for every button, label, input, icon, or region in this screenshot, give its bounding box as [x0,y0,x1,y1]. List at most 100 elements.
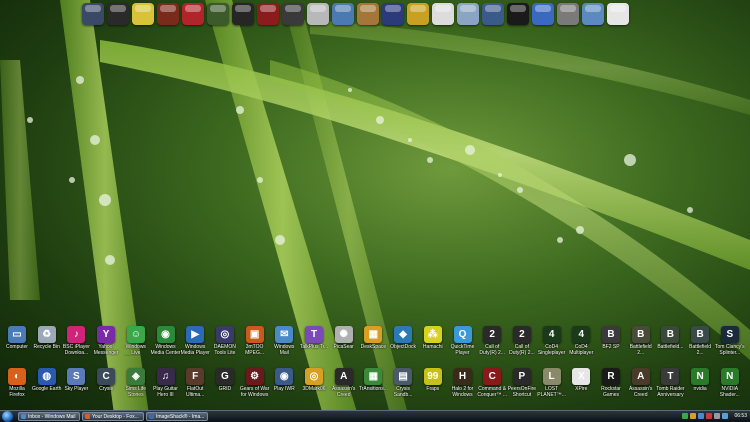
top-hat-icon[interactable] [107,3,129,25]
tray-icon[interactable] [698,413,704,419]
desktop-icon[interactable]: L LOST PLANET™... [537,368,567,403]
desktop-icon[interactable]: ◉ Play IWR [269,368,299,403]
desktop-icon[interactable]: A Assassin's Creed [329,368,359,403]
desktop-icon[interactable]: Y Yahoo! Messenger [91,326,121,361]
taskbar-clock[interactable]: 06:53 [734,411,747,421]
desktop-icon[interactable]: ⚙ Gears of War for Windows [240,368,270,403]
taskbar-window-button[interactable]: Your Desktop - Fox... [82,412,144,421]
desktop-icon[interactable]: ◍ Google Earth [32,368,62,403]
desktop-icon[interactable]: ♪ BSC iPlayer Downloa... [61,326,91,361]
desktop-icon[interactable]: B Battlefield... [655,326,685,361]
desktop-icon[interactable]: ▦ DeskSpace [358,326,388,361]
blue-orb-icon[interactable] [82,3,104,25]
desktop-icon[interactable]: ✉ Windows Mail [269,326,299,361]
desktop-icon-label: nvidia [693,386,707,392]
smiley-face-icon[interactable] [132,3,154,25]
black-hat-icon[interactable] [507,3,529,25]
tray-icon[interactable] [722,413,728,419]
desktop-icon[interactable]: ◎ 3DMark06 [299,368,329,403]
tray-icon[interactable] [690,413,696,419]
desktop-icon[interactable]: RRockstar Games Soc... [596,368,626,403]
gears-icon[interactable] [257,3,279,25]
desktop-icon[interactable]: 2 Call of Duty(R) 2... [507,326,537,361]
media-player-icon[interactable] [282,3,304,25]
app-icon: T [305,326,323,343]
desktop-icon[interactable]: P PeersOnFire Shortcut [507,368,537,403]
trash-icon[interactable] [557,3,579,25]
desktop-icon[interactable]: Q QuickTime Player [448,326,478,361]
desktop-icon[interactable]: ▦ TrAnsitions... [358,368,388,403]
desktop-icon[interactable]: ♻ Recycle Bin [32,326,62,361]
desktop-icon[interactable]: 2 Call of Duty(R) 2... [477,326,507,361]
tray-icon[interactable] [682,413,688,419]
desktop-icon[interactable]: C Crysis [91,368,121,403]
app-icon: ♫ [156,368,175,385]
desktop-icon-label: PeersOnFire Shortcut [507,386,537,398]
wizard-hat-icon[interactable] [382,3,404,25]
explorer-icon[interactable] [332,3,354,25]
documents-icon[interactable] [457,3,479,25]
settings-icon[interactable] [582,3,604,25]
desktop-icon-label: Rockstar Games Soc... [601,386,621,398]
calendar-icon[interactable] [532,3,554,25]
desktop-icon[interactable]: ▤ Crysis Sandb... [388,368,418,403]
network-icon[interactable] [482,3,504,25]
green-screen-icon[interactable] [207,3,229,25]
app-icon: A [631,368,650,385]
app-icon: ⚙ [245,368,264,385]
desktop-icon-label: Battlefield... [657,344,684,350]
desktop-icon[interactable]: S Sky Player [61,368,91,403]
paper-icon[interactable] [432,3,454,25]
game-warrior-icon[interactable] [157,3,179,25]
desktop-icon[interactable]: ◆ ObjectDock [388,326,418,361]
desktop-icon[interactable]: ✺ PicaSear [329,326,359,361]
app-icon: ◉ [275,368,294,385]
taskbar-window-button[interactable]: Inbox - Windows Mail [18,412,80,421]
dark-game-icon[interactable] [232,3,254,25]
desktop-icon[interactable]: ◎ DAEMON Tools Lite [210,326,240,361]
app-icon: S [720,326,739,343]
person-icon[interactable] [357,3,379,25]
app-icon: Q [453,326,472,343]
desktop-icon[interactable]: ◐ Mozilla Firefox [2,368,32,403]
desktop-icon[interactable]: B BF2 SP [596,326,626,361]
desktop-icon[interactable]: A Assassin's Creed [626,368,656,403]
taskbar: Inbox - Windows Mail Your Desktop - Fox..… [0,410,750,422]
desktop-icon[interactable]: ◉ Windows Media Center [151,326,181,361]
silver-hat-icon[interactable] [307,3,329,25]
desktop-icon[interactable]: H Halo 2 for Windows [448,368,478,403]
app-icon: ♪ [67,326,86,343]
start-button[interactable] [2,411,13,422]
desktop-icon[interactable]: F FlatOut Ultima... [180,368,210,403]
red-box-icon[interactable] [182,3,204,25]
desktop-icon[interactable]: ♫ Play Guitar Hero III [151,368,181,403]
desktop-icon-label: Windows Mail [274,344,295,356]
clock-icon[interactable] [607,3,629,25]
desktop-icon[interactable]: ▭ Computer [2,326,32,361]
desktop-icon[interactable]: X XPire [566,368,596,403]
desktop-icon[interactable]: S Tom Clancy's Splinter... [715,326,745,361]
taskbar-window-button[interactable]: ImageShack® - Ima... [146,412,208,421]
desktop-icon[interactable]: ▶ Windows Media Player [180,326,210,361]
tray-icon[interactable] [714,413,720,419]
desktop-icon[interactable]: N NVIDIA Shader... [715,368,745,403]
desktop-icon[interactable]: 99 Fraps [418,368,448,403]
desktop-icon[interactable]: B Battlefield 2... [626,326,656,361]
desktop-icon[interactable]: B Battlefield 2... [685,326,715,361]
tray-icon[interactable] [706,413,712,419]
desktop-icon[interactable]: T TalkPlus Tr... [299,326,329,361]
desktop-icon[interactable]: Nnvidia [685,368,715,403]
app-icon: C [483,368,502,385]
desktop-icon[interactable]: 4 CoD4 Multiplayer [566,326,596,361]
desktop-icon-label: Recycle Bin [33,344,60,350]
desktop-icon[interactable]: G GRID [210,368,240,403]
window-icon [149,414,154,419]
desktop-icon[interactable]: ☺Windows Live Messen... [121,326,151,361]
desktop-icon[interactable]: T Tomb Raider Anniversary [655,368,685,403]
gold-ball-icon[interactable] [407,3,429,25]
desktop-icon[interactable]: ▣ 3mTOO MPEG... [240,326,270,361]
desktop-icon[interactable]: ◈ Sims Life Stories [121,368,151,403]
desktop-icon[interactable]: 4 CoD4 Singleplayer [537,326,567,361]
desktop-icon[interactable]: ⁂ Hamachi [418,326,448,361]
desktop-icon[interactable]: C Command & Conquer™ ... [477,368,507,403]
